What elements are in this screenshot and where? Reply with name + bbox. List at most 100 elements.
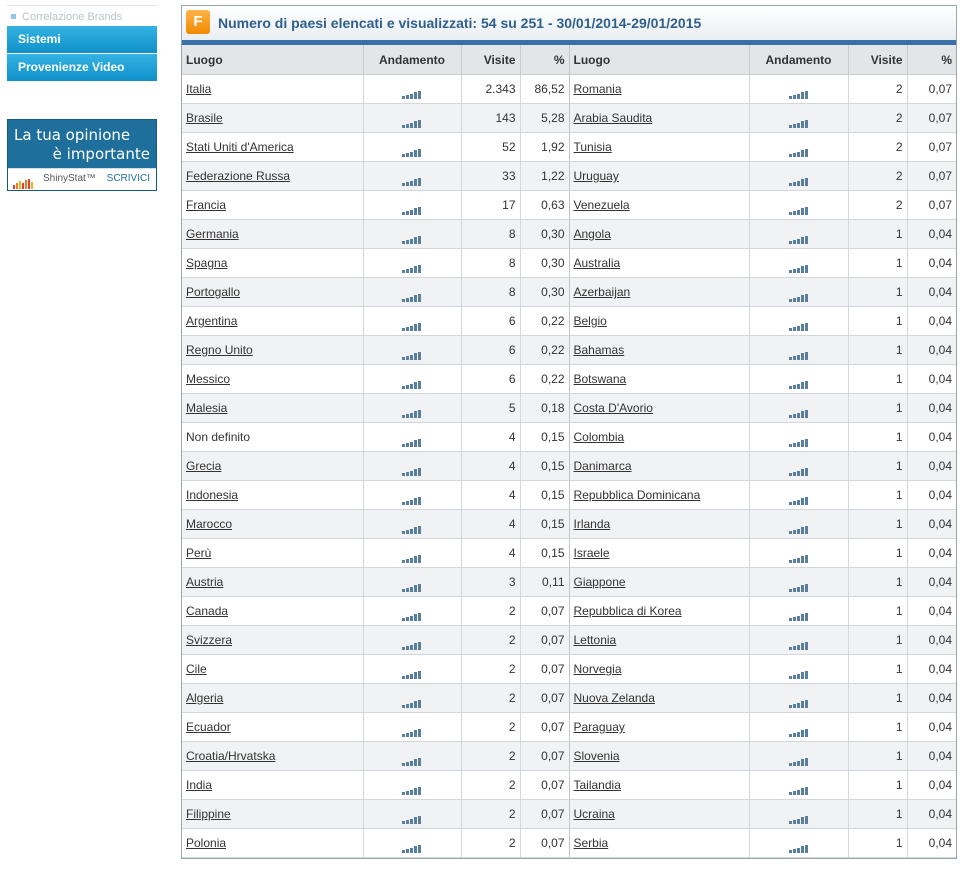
trend-bars-icon[interactable]: [788, 781, 809, 796]
trend-bars-icon[interactable]: [402, 85, 422, 100]
country-link[interactable]: Irlanda: [574, 517, 611, 531]
country-link[interactable]: Portogallo: [186, 285, 240, 299]
trend-bars-icon[interactable]: [788, 85, 809, 100]
country-link[interactable]: Croatia/Hrvatska: [186, 749, 275, 763]
trend-bars-icon[interactable]: [402, 723, 422, 738]
country-link[interactable]: Serbia: [574, 836, 609, 850]
country-link[interactable]: Italia: [186, 82, 211, 96]
country-link[interactable]: Australia: [574, 256, 621, 270]
trend-bars-icon[interactable]: [788, 172, 809, 187]
country-link[interactable]: Angola: [574, 227, 611, 241]
country-link[interactable]: Spagna: [186, 256, 227, 270]
country-link[interactable]: Stati Uniti d'America: [186, 140, 294, 154]
country-link[interactable]: Danimarca: [574, 459, 632, 473]
trend-bars-icon[interactable]: [402, 404, 422, 419]
country-link[interactable]: Svizzera: [186, 633, 232, 647]
country-link[interactable]: Regno Unito: [186, 343, 253, 357]
trend-bars-icon[interactable]: [788, 723, 809, 738]
country-link[interactable]: Federazione Russa: [186, 169, 290, 183]
country-link[interactable]: Azerbaijan: [574, 285, 631, 299]
trend-bars-icon[interactable]: [402, 839, 422, 854]
trend-bars-icon[interactable]: [402, 317, 422, 332]
trend-bars-icon[interactable]: [402, 433, 422, 448]
country-link[interactable]: Cile: [186, 662, 207, 676]
trend-bars-icon[interactable]: [788, 810, 809, 825]
country-link[interactable]: Belgio: [574, 314, 607, 328]
country-link[interactable]: Repubblica Dominicana: [574, 488, 701, 502]
trend-bars-icon[interactable]: [788, 752, 809, 767]
country-link[interactable]: Paraguay: [574, 720, 625, 734]
trend-bars-icon[interactable]: [788, 346, 809, 361]
trend-bars-icon[interactable]: [402, 520, 422, 535]
country-link[interactable]: Canada: [186, 604, 228, 618]
trend-bars-icon[interactable]: [402, 578, 422, 593]
country-link[interactable]: Polonia: [186, 836, 226, 850]
country-link[interactable]: Lettonia: [574, 633, 617, 647]
trend-bars-icon[interactable]: [788, 288, 809, 303]
trend-bars-icon[interactable]: [402, 288, 422, 303]
country-link[interactable]: Ucraina: [574, 807, 615, 821]
country-link[interactable]: Israele: [574, 546, 610, 560]
country-link[interactable]: Uruguay: [574, 169, 619, 183]
trend-bars-icon[interactable]: [788, 433, 809, 448]
country-link[interactable]: Ecuador: [186, 720, 231, 734]
country-link[interactable]: Marocco: [186, 517, 232, 531]
trend-bars-icon[interactable]: [788, 636, 809, 651]
country-link[interactable]: Romania: [574, 82, 622, 96]
country-link[interactable]: Filippine: [186, 807, 231, 821]
trend-bars-icon[interactable]: [402, 549, 422, 564]
trend-bars-icon[interactable]: [402, 491, 422, 506]
country-link[interactable]: Norvegia: [574, 662, 622, 676]
country-link[interactable]: Germania: [186, 227, 239, 241]
trend-bars-icon[interactable]: [402, 346, 422, 361]
country-link[interactable]: Nuova Zelanda: [574, 691, 655, 705]
country-link[interactable]: Francia: [186, 198, 226, 212]
country-link[interactable]: India: [186, 778, 212, 792]
country-link[interactable]: Venezuela: [574, 198, 630, 212]
country-link[interactable]: Colombia: [574, 430, 625, 444]
trend-bars-icon[interactable]: [788, 520, 809, 535]
trend-bars-icon[interactable]: [402, 462, 422, 477]
trend-bars-icon[interactable]: [788, 462, 809, 477]
trend-bars-icon[interactable]: [402, 607, 422, 622]
trend-bars-icon[interactable]: [788, 491, 809, 506]
trend-bars-icon[interactable]: [788, 317, 809, 332]
trend-bars-icon[interactable]: [788, 375, 809, 390]
country-link[interactable]: Perù: [186, 546, 211, 560]
trend-bars-icon[interactable]: [788, 665, 809, 680]
country-link[interactable]: Indonesia: [186, 488, 238, 502]
country-link[interactable]: Austria: [186, 575, 223, 589]
country-link[interactable]: Argentina: [186, 314, 237, 328]
country-link[interactable]: Costa D'Avorio: [574, 401, 653, 415]
country-link[interactable]: Grecia: [186, 459, 221, 473]
trend-bars-icon[interactable]: [402, 172, 422, 187]
trend-bars-icon[interactable]: [788, 578, 809, 593]
country-link[interactable]: Brasile: [186, 111, 223, 125]
trend-bars-icon[interactable]: [402, 201, 422, 216]
sidebar-button-provenienze-video[interactable]: Provenienze Video: [7, 54, 157, 82]
trend-bars-icon[interactable]: [402, 114, 422, 129]
trend-bars-icon[interactable]: [788, 607, 809, 622]
trend-bars-icon[interactable]: [402, 259, 422, 274]
trend-bars-icon[interactable]: [402, 694, 422, 709]
trend-bars-icon[interactable]: [788, 143, 809, 158]
trend-bars-icon[interactable]: [788, 201, 809, 216]
trend-bars-icon[interactable]: [402, 810, 422, 825]
country-link[interactable]: Slovenia: [574, 749, 620, 763]
trend-bars-icon[interactable]: [788, 259, 809, 274]
country-link[interactable]: Tailandia: [574, 778, 621, 792]
trend-bars-icon[interactable]: [402, 143, 422, 158]
trend-bars-icon[interactable]: [402, 636, 422, 651]
country-link[interactable]: Messico: [186, 372, 230, 386]
trend-bars-icon[interactable]: [402, 375, 422, 390]
country-link[interactable]: Bahamas: [574, 343, 625, 357]
trend-bars-icon[interactable]: [402, 230, 422, 245]
country-link[interactable]: Botswana: [574, 372, 627, 386]
trend-bars-icon[interactable]: [402, 665, 422, 680]
country-link[interactable]: Tunisia: [574, 140, 612, 154]
country-link[interactable]: Algeria: [186, 691, 223, 705]
trend-bars-icon[interactable]: [788, 230, 809, 245]
banner-cta-button[interactable]: SCRIVICI: [107, 173, 150, 184]
trend-bars-icon[interactable]: [788, 114, 809, 129]
country-link[interactable]: Malesia: [186, 401, 227, 415]
